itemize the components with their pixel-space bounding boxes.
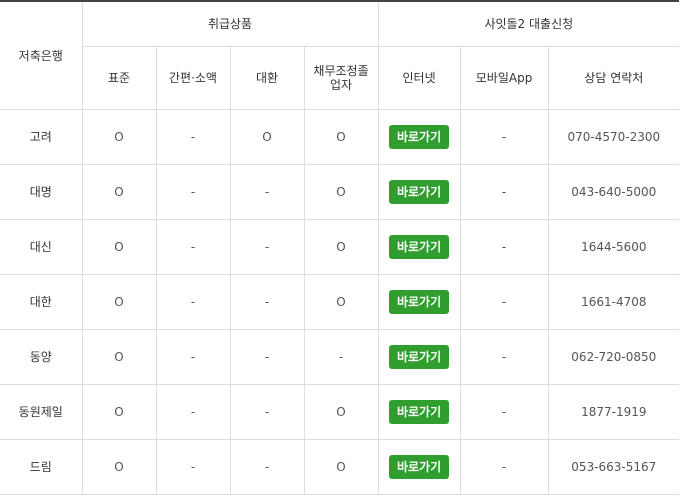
cell-internet: 바로가기 xyxy=(378,329,461,385)
cell-standard: O xyxy=(82,439,157,495)
cell-standard: O xyxy=(82,384,157,440)
table-row: 고려 O - O O 바로가기 - 070-4570-2300 xyxy=(0,109,680,165)
table-row: 동원제일 O - - O 바로가기 - 1877-1919 xyxy=(0,384,680,440)
cell-contact: 1877-1919 xyxy=(548,384,680,440)
cell-mobile-app: - xyxy=(460,219,549,275)
table-row: 동양 O - - - 바로가기 - 062-720-0850 xyxy=(0,329,680,385)
cell-debt-adjust: O xyxy=(304,439,379,495)
cell-internet: 바로가기 xyxy=(378,219,461,275)
header-refinance: 대환 xyxy=(230,46,305,110)
cell-refinance: - xyxy=(230,164,305,220)
cell-simplified: - xyxy=(156,219,231,275)
cell-mobile-app: - xyxy=(460,329,549,385)
cell-contact: 1644-5600 xyxy=(548,219,680,275)
cell-mobile-app: - xyxy=(460,439,549,495)
go-button[interactable]: 바로가기 xyxy=(388,345,450,369)
cell-standard: O xyxy=(82,164,157,220)
cell-contact: 062-720-0850 xyxy=(548,329,680,385)
cell-debt-adjust: O xyxy=(304,274,379,330)
cell-simplified: - xyxy=(156,109,231,165)
header-internet: 인터넷 xyxy=(378,46,461,110)
go-button[interactable]: 바로가기 xyxy=(388,235,450,259)
cell-debt-adjust: O xyxy=(304,109,379,165)
bank-name: 동양 xyxy=(0,329,83,385)
header-standard: 표준 xyxy=(82,46,157,110)
header-products-group: 취급상품 xyxy=(82,1,379,47)
cell-mobile-app: - xyxy=(460,384,549,440)
header-contact: 상담 연락처 xyxy=(548,46,680,110)
header-mobile-app: 모바일App xyxy=(460,46,549,110)
cell-mobile-app: - xyxy=(460,164,549,220)
table-row: 드림 O - - O 바로가기 - 053-663-5167 xyxy=(0,439,680,495)
go-button[interactable]: 바로가기 xyxy=(388,125,450,149)
cell-contact: 1661-4708 xyxy=(548,274,680,330)
cell-refinance: O xyxy=(230,109,305,165)
cell-simplified: - xyxy=(156,329,231,385)
cell-mobile-app: - xyxy=(460,109,549,165)
header-debt-adjust: 채무조정졸업자 xyxy=(304,46,379,110)
cell-simplified: - xyxy=(156,384,231,440)
cell-simplified: - xyxy=(156,274,231,330)
cell-refinance: - xyxy=(230,384,305,440)
table-row: 대명 O - - O 바로가기 - 043-640-5000 xyxy=(0,164,680,220)
bank-name: 대신 xyxy=(0,219,83,275)
cell-internet: 바로가기 xyxy=(378,439,461,495)
cell-debt-adjust: O xyxy=(304,219,379,275)
cell-standard: O xyxy=(82,329,157,385)
bank-name: 대한 xyxy=(0,274,83,330)
cell-refinance: - xyxy=(230,439,305,495)
cell-debt-adjust: O xyxy=(304,384,379,440)
go-button[interactable]: 바로가기 xyxy=(388,180,450,204)
cell-simplified: - xyxy=(156,439,231,495)
cell-internet: 바로가기 xyxy=(378,164,461,220)
go-button[interactable]: 바로가기 xyxy=(388,400,450,424)
cell-internet: 바로가기 xyxy=(378,109,461,165)
go-button[interactable]: 바로가기 xyxy=(388,290,450,314)
cell-debt-adjust: - xyxy=(304,329,379,385)
savings-bank-table: 저축은행 취급상품 사잇돌2 대출신청 표준 간편·소액 대환 채무조정졸업자 … xyxy=(0,0,680,495)
header-simplified: 간편·소액 xyxy=(156,46,231,110)
cell-refinance: - xyxy=(230,219,305,275)
cell-refinance: - xyxy=(230,274,305,330)
bank-name: 고려 xyxy=(0,109,83,165)
cell-standard: O xyxy=(82,219,157,275)
cell-refinance: - xyxy=(230,329,305,385)
table-row: 대한 O - - O 바로가기 - 1661-4708 xyxy=(0,274,680,330)
bank-name: 동원제일 xyxy=(0,384,83,440)
cell-simplified: - xyxy=(156,164,231,220)
cell-contact: 070-4570-2300 xyxy=(548,109,680,165)
go-button[interactable]: 바로가기 xyxy=(388,455,450,479)
cell-debt-adjust: O xyxy=(304,164,379,220)
bank-name: 대명 xyxy=(0,164,83,220)
bank-name: 드림 xyxy=(0,439,83,495)
cell-contact: 043-640-5000 xyxy=(548,164,680,220)
cell-standard: O xyxy=(82,109,157,165)
cell-contact: 053-663-5167 xyxy=(548,439,680,495)
table-body: 고려 O - O O 바로가기 - 070-4570-2300 대명 O - -… xyxy=(0,109,680,495)
table-header: 저축은행 취급상품 사잇돌2 대출신청 표준 간편·소액 대환 채무조정졸업자 … xyxy=(0,1,680,110)
cell-internet: 바로가기 xyxy=(378,274,461,330)
header-channels-group: 사잇돌2 대출신청 xyxy=(378,1,680,47)
cell-mobile-app: - xyxy=(460,274,549,330)
header-bank: 저축은행 xyxy=(0,1,83,110)
table-row: 대신 O - - O 바로가기 - 1644-5600 xyxy=(0,219,680,275)
cell-internet: 바로가기 xyxy=(378,384,461,440)
cell-standard: O xyxy=(82,274,157,330)
